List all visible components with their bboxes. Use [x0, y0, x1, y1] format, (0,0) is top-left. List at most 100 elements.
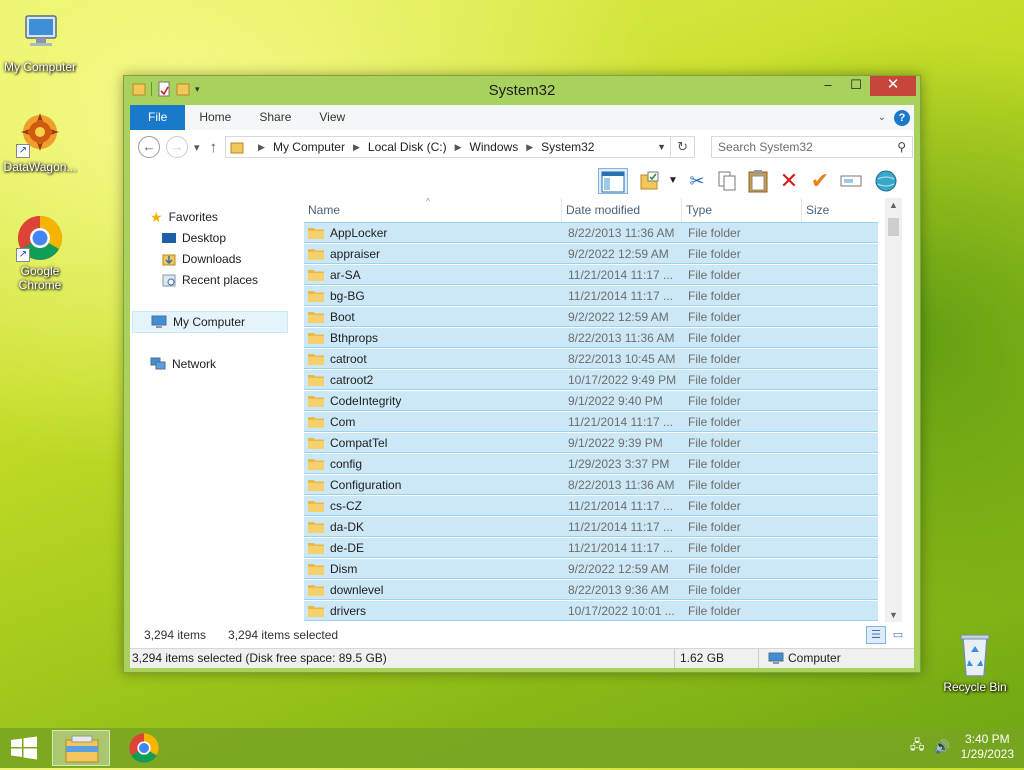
nav-item-desktop[interactable]: Desktop	[162, 227, 226, 249]
up-button[interactable]: ↑	[210, 139, 218, 156]
close-button[interactable]: ✕	[870, 76, 916, 96]
file-row[interactable]: CodeIntegrity 9/1/2022 9:40 PM File folder	[304, 390, 878, 411]
file-name-cell: catroot2	[304, 373, 564, 387]
chevron-right-icon[interactable]: ▶	[455, 142, 462, 153]
breadcrumb-windows[interactable]: Windows	[470, 140, 519, 154]
file-explorer-icon	[65, 735, 99, 763]
breadcrumb-system32[interactable]: System32	[541, 140, 594, 154]
file-row[interactable]: downlevel 8/22/2013 9:36 AM File folder	[304, 579, 878, 600]
cut-icon[interactable]: ✂	[684, 168, 710, 194]
start-button[interactable]	[10, 736, 38, 760]
tab-file[interactable]: File	[130, 105, 186, 130]
file-row[interactable]: da-DK 11/21/2014 11:17 ... File folder	[304, 516, 878, 537]
file-name: CodeIntegrity	[330, 393, 402, 408]
address-bar[interactable]: ▶ My Computer ▶ Local Disk (C:) ▶ Window…	[225, 136, 672, 158]
file-name-cell: catroot	[304, 352, 564, 366]
recent-locations-icon[interactable]: ▾	[194, 141, 200, 154]
back-button[interactable]: ←	[138, 136, 160, 158]
file-name: downlevel	[330, 582, 384, 597]
breadcrumb-local-disk[interactable]: Local Disk (C:)	[368, 140, 447, 154]
expand-ribbon-icon[interactable]: ⌄	[878, 112, 886, 123]
tab-home[interactable]: Home	[185, 105, 245, 130]
file-row[interactable]: Boot 9/2/2022 12:59 AM File folder	[304, 306, 878, 327]
file-name: catroot2	[330, 372, 374, 387]
computer-icon	[768, 652, 784, 664]
file-row[interactable]: CompatTel 9/1/2022 9:39 PM File folder	[304, 432, 878, 453]
file-row[interactable]: AppLocker 8/22/2013 11:36 AM File folder	[304, 222, 878, 243]
tab-share[interactable]: Share	[245, 105, 305, 130]
title-bar[interactable]: ▾ System32 – ☐ ✕	[124, 76, 920, 104]
window-controls: – ☐ ✕	[814, 76, 916, 96]
status-location: Computer	[768, 649, 841, 668]
desktop-icon-datawagon[interactable]: ↗ DataWagon...	[0, 110, 80, 174]
file-row[interactable]: catroot2 10/17/2022 9:49 PM File folder	[304, 369, 878, 390]
file-row[interactable]: Configuration 8/22/2013 11:36 AM File fold…	[304, 474, 878, 495]
minimize-button[interactable]: –	[814, 76, 842, 96]
scroll-down-icon[interactable]: ▼	[885, 610, 902, 620]
nav-item-recent-places[interactable]: Recent places	[162, 269, 258, 291]
file-row[interactable]: Bthprops 8/22/2013 11:36 AM File folder	[304, 327, 878, 348]
chevron-right-icon[interactable]: ▶	[258, 142, 265, 153]
nav-item-downloads[interactable]: Downloads	[162, 248, 241, 270]
rename-icon[interactable]	[838, 168, 864, 194]
file-date: 1/29/2023 3:37 PM	[568, 456, 670, 471]
desktop-icon-google-chrome[interactable]: ↗ Google Chrome	[0, 214, 80, 292]
nav-item-my-computer[interactable]: My Computer	[132, 311, 288, 333]
file-list: Name ^ Date modified Type Size AppLocker…	[304, 197, 902, 622]
copy-icon[interactable]	[714, 168, 740, 194]
large-icons-view-icon[interactable]: ▭	[888, 626, 908, 644]
search-icon[interactable]: ⚲	[897, 140, 906, 154]
file-row[interactable]: drivers 10/17/2022 10:01 ... File folder	[304, 600, 878, 621]
volume-icon[interactable]: 🔊	[934, 739, 950, 755]
column-header-date[interactable]: Date modified	[562, 198, 682, 222]
file-row[interactable]: appraiser 9/2/2022 12:59 AM File folder	[304, 243, 878, 264]
desktop-icon-my-computer[interactable]: My Computer	[0, 10, 80, 74]
file-row[interactable]: config 1/29/2023 3:37 PM File folder	[304, 453, 878, 474]
paste-icon[interactable]	[744, 168, 772, 194]
maximize-button[interactable]: ☐	[842, 76, 870, 96]
file-row[interactable]: cs-CZ 11/21/2014 11:17 ... File folder	[304, 495, 878, 516]
file-row[interactable]: Com 11/21/2014 11:17 ... File folder	[304, 411, 878, 432]
file-date: 11/21/2014 11:17 ...	[568, 519, 673, 534]
taskbar-chrome[interactable]	[115, 730, 173, 766]
nav-item-favorites[interactable]: ★ Favorites	[150, 206, 218, 228]
vertical-scrollbar[interactable]: ▲ ▼	[885, 198, 902, 622]
checkmark-icon[interactable]: ✔	[806, 168, 834, 194]
column-header-type[interactable]: Type	[682, 198, 802, 222]
explorer-window[interactable]: ▾ System32 – ☐ ✕ File Home Share View ⌄ …	[123, 75, 921, 673]
breadcrumb-my-computer[interactable]: My Computer	[273, 140, 345, 154]
file-type: File folder	[688, 603, 741, 618]
folder-icon	[308, 563, 324, 575]
delete-icon[interactable]: ✕	[776, 168, 802, 194]
file-row[interactable]: ar-SA 11/21/2014 11:17 ... File folder	[304, 264, 878, 285]
chevron-right-icon[interactable]: ▶	[353, 142, 360, 153]
file-type: File folder	[688, 246, 741, 261]
nav-item-network[interactable]: Network	[150, 353, 216, 375]
help-icon[interactable]: ?	[894, 109, 910, 126]
file-row[interactable]: catroot 8/22/2013 10:45 AM File folder	[304, 348, 878, 369]
taskbar-file-explorer[interactable]	[52, 730, 110, 766]
network-status-icon[interactable]: 🖧	[910, 736, 925, 758]
refresh-button[interactable]: ↻	[671, 136, 696, 158]
file-type: File folder	[688, 372, 741, 387]
details-view-icon[interactable]: ☰	[866, 626, 886, 644]
desktop-icon-recycle-bin[interactable]: Recycle Bin	[935, 630, 1015, 694]
file-row[interactable]: Dism 9/2/2022 12:59 AM File folder	[304, 558, 878, 579]
file-name: appraiser	[330, 246, 381, 261]
chevron-down-icon[interactable]: ▼	[666, 168, 680, 194]
chevron-right-icon[interactable]: ▶	[526, 142, 533, 153]
globe-icon[interactable]	[872, 168, 900, 194]
file-row[interactable]: de-DE 11/21/2014 11:17 ... File folder	[304, 537, 878, 558]
tab-view[interactable]: View	[305, 105, 359, 130]
file-row[interactable]: bg-BG 11/21/2014 11:17 ... File folder	[304, 285, 878, 306]
forward-button[interactable]: →	[166, 136, 188, 158]
scroll-thumb[interactable]	[888, 218, 899, 236]
column-header-size[interactable]: Size	[802, 198, 878, 222]
preview-pane-button[interactable]	[598, 168, 628, 194]
chevron-down-icon[interactable]: ▼	[657, 142, 666, 152]
search-input[interactable]: Search System32 ⚲	[711, 136, 914, 158]
clock[interactable]: 3:40 PM 1/29/2023	[961, 732, 1014, 762]
column-header-name[interactable]: Name ^	[304, 197, 562, 222]
scroll-up-icon[interactable]: ▲	[885, 200, 902, 210]
change-view-button[interactable]	[636, 168, 666, 194]
